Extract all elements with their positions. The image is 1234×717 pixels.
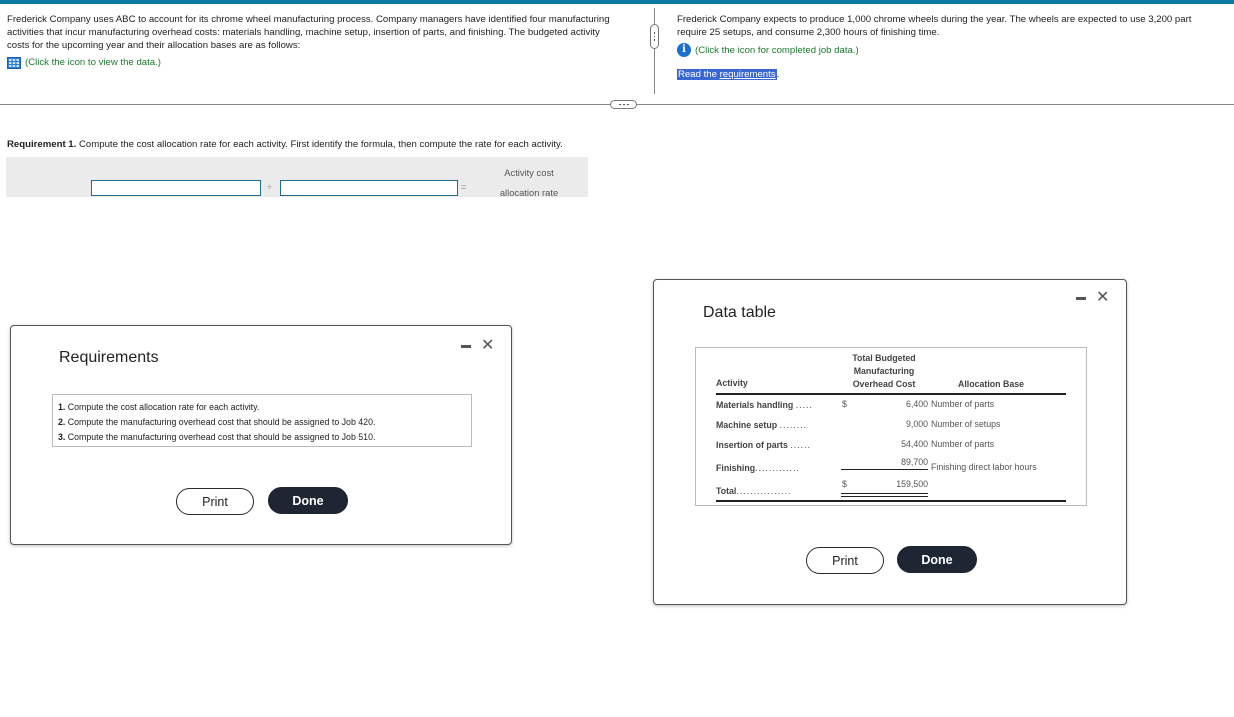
cost-header-line-1: Total Budgeted <box>852 353 916 363</box>
info-icon[interactable]: i <box>677 43 691 57</box>
row-amount: 9,000 <box>905 419 928 429</box>
leader-dots: ...... <box>790 440 811 450</box>
col-header-cost: Total Budgeted Manufacturing Overhead Co… <box>844 352 924 391</box>
row-activity: Finishing <box>716 463 756 473</box>
job-info-line1: Frederick Company expects to produce 1,0… <box>677 14 1192 25</box>
requirements-title: Requirements <box>59 349 159 366</box>
print-button[interactable]: Print <box>806 547 884 574</box>
leader-dots: ............. <box>755 463 800 473</box>
item-text: Compute the cost allocation rate for eac… <box>67 402 260 412</box>
window-controls: ✕ <box>1076 290 1109 306</box>
cost-header-line-3: Overhead Cost <box>852 379 916 389</box>
total-double-rule-top <box>841 493 928 494</box>
row-base: Finishing direct labor hours <box>931 462 1037 472</box>
read-suffix: . <box>776 69 780 80</box>
minimize-icon[interactable] <box>461 344 471 348</box>
formula-row: ÷ = Activity cost allocation rate <box>6 157 588 198</box>
requirements-list: 1. Compute the cost allocation rate for … <box>52 394 472 447</box>
job-info: Frederick Company expects to produce 1,0… <box>677 13 1234 81</box>
print-button[interactable]: Print <box>176 488 254 515</box>
problem-intro: Frederick Company uses ABC to account fo… <box>7 13 622 69</box>
total-currency: $ <box>842 479 847 489</box>
overhead-data-table: Activity Total Budgeted Manufacturing Ov… <box>695 347 1087 506</box>
leader-dots: ........ <box>779 420 808 430</box>
requirement-1-label: Requirement 1. <box>7 139 77 150</box>
read-requirements[interactable]: Read the requirements. <box>677 68 1234 81</box>
data-table-title: Data table <box>703 304 776 321</box>
data-table-modal: Data table ✕ Activity Total Budgeted Man… <box>653 279 1127 605</box>
done-button[interactable]: Done <box>897 546 977 573</box>
item-number: 3. <box>58 432 66 442</box>
total-double-rule-bottom <box>841 496 928 497</box>
header-rule <box>716 393 1066 395</box>
vertical-splitter-handle[interactable] <box>650 24 659 49</box>
close-icon[interactable]: ✕ <box>1096 290 1109 306</box>
col-header-base: Allocation Base <box>958 379 1024 389</box>
result-line-2: allocation rate <box>499 187 559 198</box>
subtotal-rule <box>841 469 928 470</box>
row-amount: 54,400 <box>901 439 928 449</box>
row-currency: $ <box>842 399 847 409</box>
view-data-link[interactable]: (Click the icon to view the data.) <box>7 56 622 69</box>
equals-operator: = <box>461 182 467 192</box>
row-amount: 89,700 <box>901 457 928 467</box>
formula-result-label: Activity cost allocation rate <box>494 163 564 203</box>
cost-header-line-2: Manufacturing <box>853 366 915 376</box>
job-data-link[interactable]: i (Click the icon for completed job data… <box>677 43 1234 57</box>
vertical-splitter <box>654 8 655 94</box>
view-data-text[interactable]: (Click the icon to view the data.) <box>25 56 161 69</box>
col-header-activity: Activity <box>716 378 748 388</box>
item-text: Compute the manufacturing overhead cost … <box>67 417 376 427</box>
leader-dots: ..... <box>795 400 813 410</box>
horizontal-splitter-handle[interactable] <box>610 100 637 109</box>
formula-denominator-input[interactable] <box>280 180 458 196</box>
row-amount: 6,400 <box>905 399 928 409</box>
grid-icon[interactable] <box>7 56 21 69</box>
row-base: Number of parts <box>931 399 995 409</box>
minimize-icon[interactable] <box>1076 296 1086 300</box>
job-info-line2: require 25 setups, and consume 2,300 hou… <box>677 27 940 38</box>
top-accent-bar <box>0 0 1234 4</box>
requirements-link[interactable]: requirements <box>720 69 776 80</box>
row-activity: Materials handling <box>716 400 794 410</box>
requirement-1-text: Compute the cost allocation rate for eac… <box>76 139 563 150</box>
item-number: 2. <box>58 417 66 427</box>
done-button[interactable]: Done <box>268 487 348 514</box>
close-icon[interactable]: ✕ <box>481 338 494 354</box>
leader-dots: ................ <box>736 486 792 496</box>
row-activity: Insertion of parts <box>716 440 788 450</box>
requirement-1-prompt: Requirement 1. Compute the cost allocati… <box>7 139 563 150</box>
table-bottom-rule <box>716 500 1066 502</box>
requirement-item: 2. Compute the manufacturing overhead co… <box>58 415 466 430</box>
intro-text: Frederick Company uses ABC to account fo… <box>7 14 610 51</box>
row-activity: Machine setup <box>716 420 778 430</box>
window-controls: ✕ <box>461 338 494 354</box>
divide-operator: ÷ <box>267 182 272 192</box>
total-amount: 159,500 <box>896 479 928 489</box>
formula-numerator-input[interactable] <box>91 180 261 196</box>
row-base: Number of parts <box>931 439 995 449</box>
requirement-item: 3. Compute the manufacturing overhead co… <box>58 430 466 445</box>
total-label: Total <box>716 486 737 496</box>
requirements-modal: Requirements ✕ 1. Compute the cost alloc… <box>10 325 512 545</box>
result-line-1: Activity cost <box>504 167 554 178</box>
read-prefix: Read the <box>678 69 720 80</box>
item-number: 1. <box>58 402 66 412</box>
item-text: Compute the manufacturing overhead cost … <box>67 432 376 442</box>
requirement-item: 1. Compute the cost allocation rate for … <box>58 400 466 415</box>
job-data-text[interactable]: (Click the icon for completed job data.) <box>695 44 859 57</box>
row-base: Number of setups <box>931 419 1001 429</box>
